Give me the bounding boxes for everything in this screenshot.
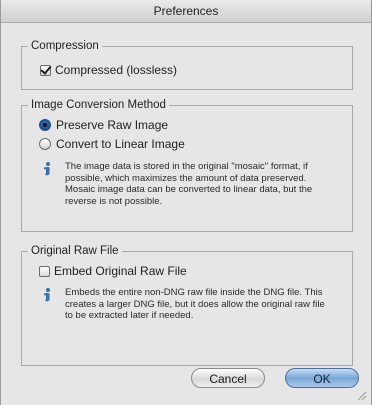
original-raw-info-text: Embeds the entire non-DNG raw file insid… bbox=[65, 287, 325, 322]
info-line: creates a larger DNG file, but it does a… bbox=[65, 298, 325, 310]
info-line: Embeds the entire non-DNG raw file insid… bbox=[65, 287, 323, 298]
radio-convert-linear[interactable]: Convert to Linear Image bbox=[39, 137, 185, 151]
info-line: The image data is stored in the original… bbox=[65, 161, 308, 172]
compressed-checkbox[interactable] bbox=[40, 64, 51, 76]
info-line: possible, which maximizes the amount of … bbox=[65, 172, 307, 184]
ok-button[interactable]: OK bbox=[285, 368, 359, 388]
window-title: Preferences bbox=[153, 4, 219, 18]
info-line: Mosaic image data can be converted to li… bbox=[65, 184, 313, 195]
cancel-button[interactable]: Cancel bbox=[191, 368, 265, 388]
embed-raw-checkbox[interactable] bbox=[39, 265, 50, 277]
title-bar[interactable]: Preferences bbox=[1, 0, 371, 23]
embed-raw-checkbox-row[interactable]: Embed Original Raw File bbox=[39, 264, 187, 278]
convert-linear-radio[interactable] bbox=[39, 138, 51, 150]
info-line: to be extracted later if needed. bbox=[65, 310, 194, 321]
preserve-raw-radio[interactable] bbox=[39, 119, 51, 131]
original-raw-info: Embeds the entire non-DNG raw file insid… bbox=[41, 287, 325, 322]
info-icon bbox=[44, 288, 50, 302]
radio-preserve-raw[interactable]: Preserve Raw Image bbox=[39, 118, 168, 132]
resize-grip-icon[interactable] bbox=[355, 389, 367, 401]
convert-linear-label[interactable]: Convert to Linear Image bbox=[56, 137, 185, 151]
compressed-checkbox-label[interactable]: Compressed (lossless) bbox=[55, 63, 177, 77]
info-icon bbox=[44, 162, 50, 176]
conversion-info: The image data is stored in the original… bbox=[41, 161, 312, 207]
dialog-content: Compression Compressed (lossless) Image … bbox=[1, 23, 371, 405]
original-raw-legend: Original Raw File bbox=[31, 245, 119, 257]
conversion-legend: Image Conversion Method bbox=[31, 99, 166, 111]
info-line: reverse is not possible. bbox=[65, 195, 163, 207]
embed-raw-checkbox-label[interactable]: Embed Original Raw File bbox=[54, 264, 187, 278]
preferences-dialog: Preferences Compression Compressed (loss… bbox=[0, 0, 372, 405]
compression-legend: Compression bbox=[31, 40, 99, 52]
conversion-info-text: The image data is stored in the original… bbox=[65, 161, 312, 207]
preserve-raw-label[interactable]: Preserve Raw Image bbox=[56, 118, 168, 132]
compressed-checkbox-row[interactable]: Compressed (lossless) bbox=[40, 63, 177, 77]
